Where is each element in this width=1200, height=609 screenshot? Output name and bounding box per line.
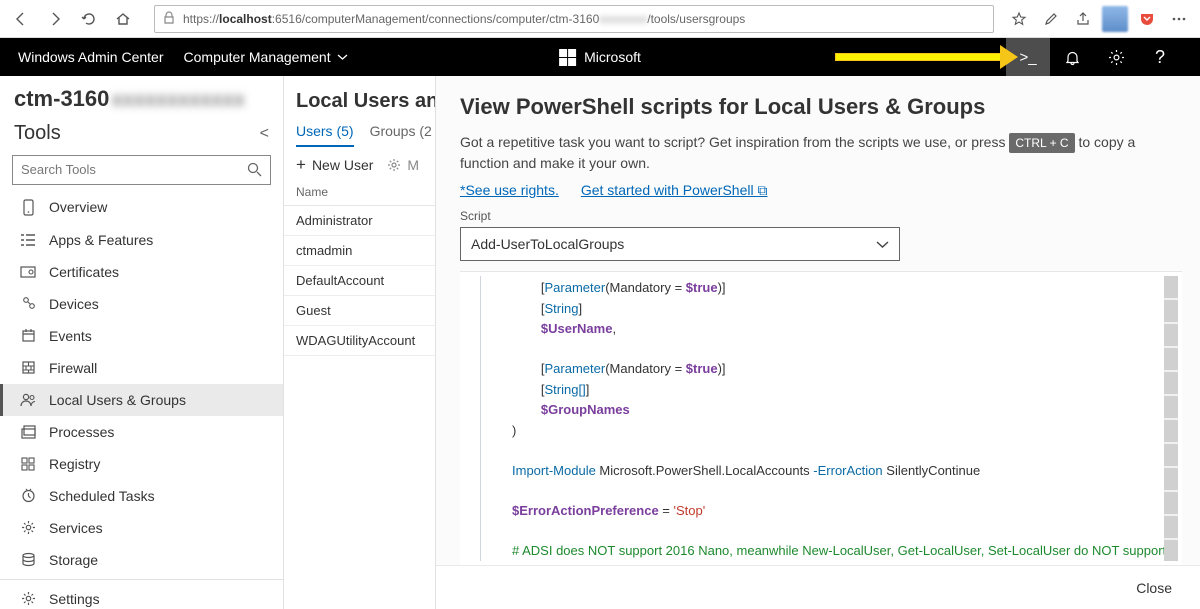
sidebar-item-label: Local Users & Groups [49, 392, 186, 408]
script-code-viewer[interactable]: [Parameter(Mandatory = $true)] [String] … [460, 271, 1182, 565]
sidebar-item-lug[interactable]: Local Users & Groups [0, 384, 283, 416]
server-name: ctm-3160xxxxxxxxxxxx [0, 76, 283, 116]
users-column-header-name[interactable]: Name [284, 179, 435, 206]
lock-icon [163, 11, 175, 27]
chevron-down-icon [337, 54, 348, 61]
get-started-link[interactable]: Get started with PowerShell ⧉ [581, 182, 768, 199]
wac-brand[interactable]: Windows Admin Center [18, 49, 164, 65]
devices-icon [19, 296, 37, 311]
home-button[interactable] [108, 4, 138, 34]
certs-icon [19, 265, 37, 279]
sidebar-item-label: Certificates [49, 264, 119, 280]
favorites-button[interactable] [1004, 4, 1034, 34]
sidebar-item-label: Settings [49, 591, 100, 607]
events-icon [19, 328, 37, 343]
script-dropdown[interactable]: Add-UserToLocalGroups [460, 227, 900, 261]
tools-heading: Tools [14, 122, 61, 145]
powershell-panel: View PowerShell scripts for Local Users … [436, 76, 1200, 609]
sidebar-item-apps[interactable]: Apps & Features [0, 224, 283, 256]
sidebar-item-label: Scheduled Tasks [49, 488, 155, 504]
pocket-button[interactable] [1132, 4, 1162, 34]
users-settings-button[interactable]: M [387, 157, 419, 173]
use-rights-link[interactable]: *See use rights. [460, 182, 559, 199]
panel-title: View PowerShell scripts for Local Users … [436, 76, 1200, 128]
edit-button[interactable] [1036, 4, 1066, 34]
close-button[interactable]: Close [1136, 580, 1172, 596]
registry-icon [19, 457, 37, 471]
sidebar-item-firewall[interactable]: Firewall [0, 352, 283, 384]
user-row[interactable]: ctmadmin [284, 236, 435, 266]
sidebar-item-label: Firewall [49, 360, 97, 376]
tools-sidebar: ctm-3160xxxxxxxxxxxx Tools < Search Tool… [0, 76, 284, 609]
forward-button[interactable] [40, 4, 70, 34]
kbd-hint: CTRL + C [1009, 133, 1074, 153]
microsoft-brand: Microsoft [559, 49, 641, 66]
wac-header: Windows Admin Center Computer Management… [0, 38, 1200, 76]
profile-avatar[interactable] [1100, 4, 1130, 34]
sidebar-item-label: Processes [49, 424, 114, 440]
lug-icon [19, 393, 37, 407]
browser-toolbar: https://localhost:6516/computerManagemen… [0, 0, 1200, 38]
address-bar[interactable]: https://localhost:6516/computerManagemen… [154, 5, 994, 33]
sidebar-item-storage[interactable]: Storage [0, 544, 283, 576]
user-row[interactable]: Guest [284, 296, 435, 326]
sidebar-item-label: Events [49, 328, 92, 344]
sidebar-item-tasks[interactable]: Scheduled Tasks [0, 480, 283, 512]
sidebar-item-settings[interactable]: Settings [0, 583, 283, 609]
browser-right-icons [998, 4, 1194, 34]
search-icon [247, 162, 262, 177]
new-user-button[interactable]: +New User [296, 157, 373, 173]
chevron-down-icon [876, 236, 889, 252]
tasks-icon [19, 488, 37, 503]
scrollbar[interactable] [1164, 276, 1178, 561]
search-tools-input[interactable]: Search Tools [12, 155, 271, 185]
users-column: Local Users and Users (5) Groups (2 +New… [284, 76, 436, 609]
services-icon [19, 520, 37, 535]
tab-groups[interactable]: Groups (2 [370, 123, 432, 147]
annotation-arrow [835, 53, 1000, 61]
sidebar-item-label: Storage [49, 552, 98, 568]
sidebar-item-label: Devices [49, 296, 99, 312]
help-button[interactable]: ? [1138, 38, 1182, 76]
settings-button[interactable] [1094, 38, 1138, 76]
microsoft-logo-icon [559, 49, 576, 66]
tab-users[interactable]: Users (5) [296, 123, 354, 147]
users-heading: Local Users and [284, 84, 435, 115]
sidebar-item-certs[interactable]: Certificates [0, 256, 283, 288]
processes-icon [19, 425, 37, 439]
overview-icon [19, 199, 37, 216]
panel-description: Got a repetitive task you want to script… [436, 128, 1200, 178]
sidebar-item-label: Registry [49, 456, 100, 472]
settings-icon [19, 591, 37, 606]
script-label: Script [436, 209, 1200, 223]
sidebar-item-label: Overview [49, 199, 107, 215]
firewall-icon [19, 360, 37, 375]
sidebar-item-overview[interactable]: Overview [0, 191, 283, 224]
refresh-button[interactable] [74, 4, 104, 34]
sidebar-item-registry[interactable]: Registry [0, 448, 283, 480]
user-row[interactable]: DefaultAccount [284, 266, 435, 296]
sidebar-item-devices[interactable]: Devices [0, 288, 283, 320]
sidebar-item-label: Apps & Features [49, 232, 153, 248]
apps-icon [19, 233, 37, 247]
notifications-button[interactable] [1050, 38, 1094, 76]
storage-icon [19, 552, 37, 567]
back-button[interactable] [6, 4, 36, 34]
more-button[interactable] [1164, 4, 1194, 34]
user-row[interactable]: Administrator [284, 206, 435, 236]
share-button[interactable] [1068, 4, 1098, 34]
gear-icon [387, 158, 401, 172]
sidebar-item-services[interactable]: Services [0, 512, 283, 544]
sidebar-item-processes[interactable]: Processes [0, 416, 283, 448]
collapse-sidebar-button[interactable]: < [260, 125, 269, 143]
sidebar-item-label: Services [49, 520, 103, 536]
user-row[interactable]: WDAGUtilityAccount [284, 326, 435, 356]
sidebar-item-events[interactable]: Events [0, 320, 283, 352]
wac-context-dropdown[interactable]: Computer Management [184, 49, 348, 65]
url-text: https://localhost:6516/computerManagemen… [183, 12, 745, 26]
